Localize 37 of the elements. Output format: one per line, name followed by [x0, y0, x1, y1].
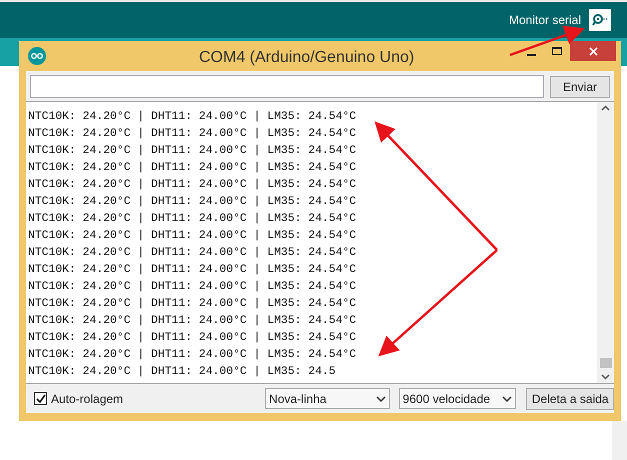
- scroll-down-icon[interactable]: [601, 374, 610, 380]
- baud-rate-dropdown[interactable]: 9600 velocidade: [398, 388, 516, 409]
- output-line: NTC10K: 24.20°C | DHT11: 24.00°C | LM35: 24.5: [28, 364, 336, 380]
- arduino-logo-icon: [28, 47, 46, 65]
- output-line: NTC10K: 24.20°C | DHT11: 24.00°C | LM35: 24.54°C: [28, 228, 356, 244]
- output-line: NTC10K: 24.20°C | DHT11: 24.00°C | LM35: 24.54°C: [28, 126, 356, 142]
- window-title: COM4 (Arduino/Genuino Uno): [199, 48, 414, 68]
- side-strip: [612, 421, 627, 460]
- toolbar-label: Monitor serial: [508, 12, 581, 29]
- output-line: NTC10K: 24.20°C | DHT11: 24.00°C | LM35: 24.54°C: [28, 212, 356, 227]
- clear-output-button[interactable]: Deleta a saida: [526, 388, 614, 410]
- autoscroll-label: Auto-rolagem: [51, 390, 124, 408]
- output-line: NTC10K: 24.20°C | DHT11: 24.00°C | LM35: 24.54°C: [28, 280, 356, 295]
- output-line: NTC10K: 24.20°C | DHT11: 24.00°C | LM35: 24.54°C: [28, 178, 356, 193]
- scroll-thumb[interactable]: [600, 358, 612, 368]
- checkmark-icon: [36, 394, 46, 404]
- output-line: NTC10K: 24.20°C | DHT11: 24.00°C | LM35: 24.54°C: [28, 314, 356, 329]
- magnifier-icon: [592, 13, 608, 27]
- output-line: NTC10K: 24.20°C | DHT11: 24.00°C | LM35: 24.54°C: [28, 246, 356, 261]
- scroll-up-icon[interactable]: [601, 105, 610, 111]
- output-line: NTC10K: 24.20°C | DHT11: 24.00°C | LM35: 24.54°C: [28, 194, 356, 210]
- chevron-down-icon: [502, 396, 512, 402]
- send-button[interactable]: Enviar: [550, 76, 610, 98]
- send-input-field[interactable]: [30, 75, 544, 98]
- serial-monitor-button[interactable]: [589, 9, 611, 31]
- output-line: NTC10K: 24.20°C | DHT11: 24.00°C | LM35: 24.54°C: [28, 330, 356, 346]
- close-button[interactable]: [570, 41, 616, 61]
- output-line: NTC10K: 24.20°C | DHT11: 24.00°C | LM35: 24.54°C: [28, 262, 356, 278]
- line-ending-dropdown[interactable]: Nova-linha: [265, 388, 390, 409]
- output-line: NTC10K: 24.20°C | DHT11: 24.00°C | LM35: 24.54°C: [28, 110, 356, 125]
- close-icon: [588, 46, 598, 56]
- output-line: NTC10K: 24.20°C | DHT11: 24.00°C | LM35: 24.54°C: [28, 348, 356, 363]
- chevron-down-icon: [376, 396, 386, 402]
- output-line: NTC10K: 24.20°C | DHT11: 24.00°C | LM35: 24.54°C: [28, 144, 356, 159]
- autoscroll-checkbox[interactable]: [34, 392, 47, 405]
- output-line: NTC10K: 24.20°C | DHT11: 24.00°C | LM35: 24.54°C: [28, 160, 356, 176]
- output-line: NTC10K: 24.20°C | DHT11: 24.00°C | LM35: 24.54°C: [28, 296, 356, 312]
